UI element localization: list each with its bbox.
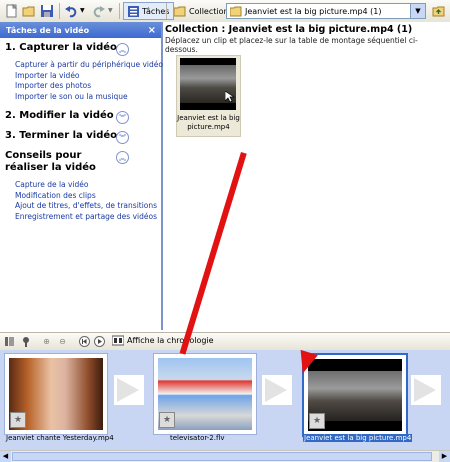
clip-thumbnail	[180, 58, 236, 110]
undo-icon[interactable]	[64, 4, 78, 18]
section-title-capture[interactable]: 1. Capturer la vidéo	[5, 42, 120, 54]
collections-folder-icon	[174, 6, 186, 16]
section-capture: 1. Capturer la vidéo ︽ Capturer à partir…	[0, 38, 163, 106]
storyboard-clip-label: televisator-2.flv	[170, 434, 225, 442]
rewind-icon[interactable]	[79, 336, 90, 347]
chevron-down-icon[interactable]: ︾	[116, 111, 129, 124]
undo-dropdown-icon[interactable]: ▼	[80, 7, 85, 23]
clip-label: Jeanviet est la big picture.mp4	[177, 114, 240, 131]
chevron-up-icon[interactable]: ︽	[116, 151, 129, 164]
tasks-pane: Tâches de la vidéo × 1. Capturer la vidé…	[0, 22, 163, 330]
show-timeline-label: Affiche la chronologie	[127, 336, 214, 345]
show-timeline-button[interactable]: Affiche la chronologie	[112, 335, 214, 346]
effect-star-icon[interactable]: ★	[159, 412, 175, 428]
up-folder-icon[interactable]	[432, 4, 446, 18]
chevron-up-icon[interactable]: ︽	[116, 43, 129, 56]
close-icon[interactable]: ×	[148, 25, 156, 36]
new-project-icon[interactable]	[5, 3, 19, 18]
storyboard: ★ ★ ★ Jeanviet chante Yesterday.mp4 tele…	[0, 350, 450, 450]
collection-select-value: Jeanviet est la big picture.mp4 (1)	[245, 6, 382, 16]
link-capture-device[interactable]: Capturer à partir du périphérique vidéo	[15, 60, 163, 71]
collection-folder-icon	[230, 6, 242, 16]
tasks-pane-header: Tâches de la vidéo ×	[0, 22, 161, 38]
storyboard-clip-label-selected: Jeanviet est la big picture.mp4	[303, 434, 413, 442]
storyboard-clip[interactable]: ★	[4, 353, 108, 435]
storyboard-view-icon[interactable]	[4, 336, 15, 347]
link-import-video[interactable]: Importer la vidéo	[15, 71, 155, 82]
storyboard-clip-label: Jeanviet chante Yesterday.mp4	[6, 434, 114, 442]
open-project-icon[interactable]	[22, 4, 36, 18]
effect-star-icon[interactable]: ★	[10, 412, 26, 428]
collection-title: Collection : Jeanviet est la big picture…	[165, 24, 413, 35]
storyboard-clip-selected[interactable]: ★	[302, 353, 408, 437]
collection-subtitle: Déplacez un clip et placez-le sur la tab…	[165, 36, 418, 54]
chevron-down-icon[interactable]: ︾	[116, 131, 129, 144]
transition-slot[interactable]	[262, 375, 292, 405]
storyboard-clip[interactable]: ★	[153, 353, 257, 435]
scrollbar-thumb[interactable]	[12, 452, 432, 461]
section-edit: 2. Modifier la vidéo ︾	[0, 106, 161, 126]
mouse-cursor-icon	[225, 91, 234, 103]
storyboard-scrollbar[interactable]: ◀ ▶	[0, 450, 450, 462]
zoom-in-icon[interactable]: ⊕	[41, 336, 52, 347]
collection-select[interactable]: Jeanviet est la big picture.mp4 (1) ▼	[226, 3, 426, 19]
section-title-tips[interactable]: Conseils pour réaliser la vidéo	[5, 150, 120, 174]
transition-slot[interactable]	[114, 375, 144, 405]
collection-clip[interactable]: Jeanviet est la big picture.mp4	[176, 55, 241, 137]
link-tip-titles[interactable]: Ajout de titres, d'effets, de transition…	[15, 201, 157, 212]
section-tips: Conseils pour réaliser la vidéo ︽ Captur…	[0, 146, 161, 226]
zoom-out-icon[interactable]: ⊖	[57, 336, 68, 347]
tips-links: Capture de la vidéo Modification des cli…	[5, 174, 157, 223]
collection-select-arrow-icon[interactable]: ▼	[410, 4, 425, 18]
tasks-icon	[128, 5, 139, 17]
section-title-edit[interactable]: 2. Modifier la vidéo	[5, 110, 120, 122]
scroll-right-icon[interactable]: ▶	[439, 451, 450, 462]
link-import-audio[interactable]: Importer le son ou la musique	[15, 92, 155, 103]
play-icon[interactable]	[94, 336, 105, 347]
save-icon[interactable]	[40, 4, 54, 18]
redo-icon[interactable]	[92, 4, 106, 18]
scroll-left-icon[interactable]: ◀	[0, 451, 11, 462]
section-finish: 3. Terminer la vidéo ︾	[0, 126, 161, 146]
link-tip-edit[interactable]: Modification des clips	[15, 191, 155, 202]
link-tip-capture[interactable]: Capture de la vidéo	[15, 180, 155, 191]
effect-star-icon[interactable]: ★	[309, 413, 325, 429]
capture-links: Capturer à partir du périphérique vidéo …	[5, 54, 163, 103]
narration-icon[interactable]	[20, 336, 31, 347]
storyboard-toolbar: ⊕ ⊖ Affiche la chronologie	[0, 332, 450, 351]
tasks-pane-title: Tâches de la vidéo	[6, 25, 90, 35]
link-tip-save[interactable]: Enregistrement et partage des vidéos	[15, 212, 157, 223]
timeline-icon	[112, 335, 124, 346]
transition-slot[interactable]	[411, 375, 441, 405]
main-toolbar: ▼ ▼ Tâches Collections Jeanviet est la b…	[0, 0, 450, 23]
redo-dropdown-icon[interactable]: ▼	[108, 7, 113, 23]
section-title-finish[interactable]: 3. Terminer la vidéo	[5, 130, 120, 142]
link-import-photos[interactable]: Importer des photos	[15, 81, 155, 92]
